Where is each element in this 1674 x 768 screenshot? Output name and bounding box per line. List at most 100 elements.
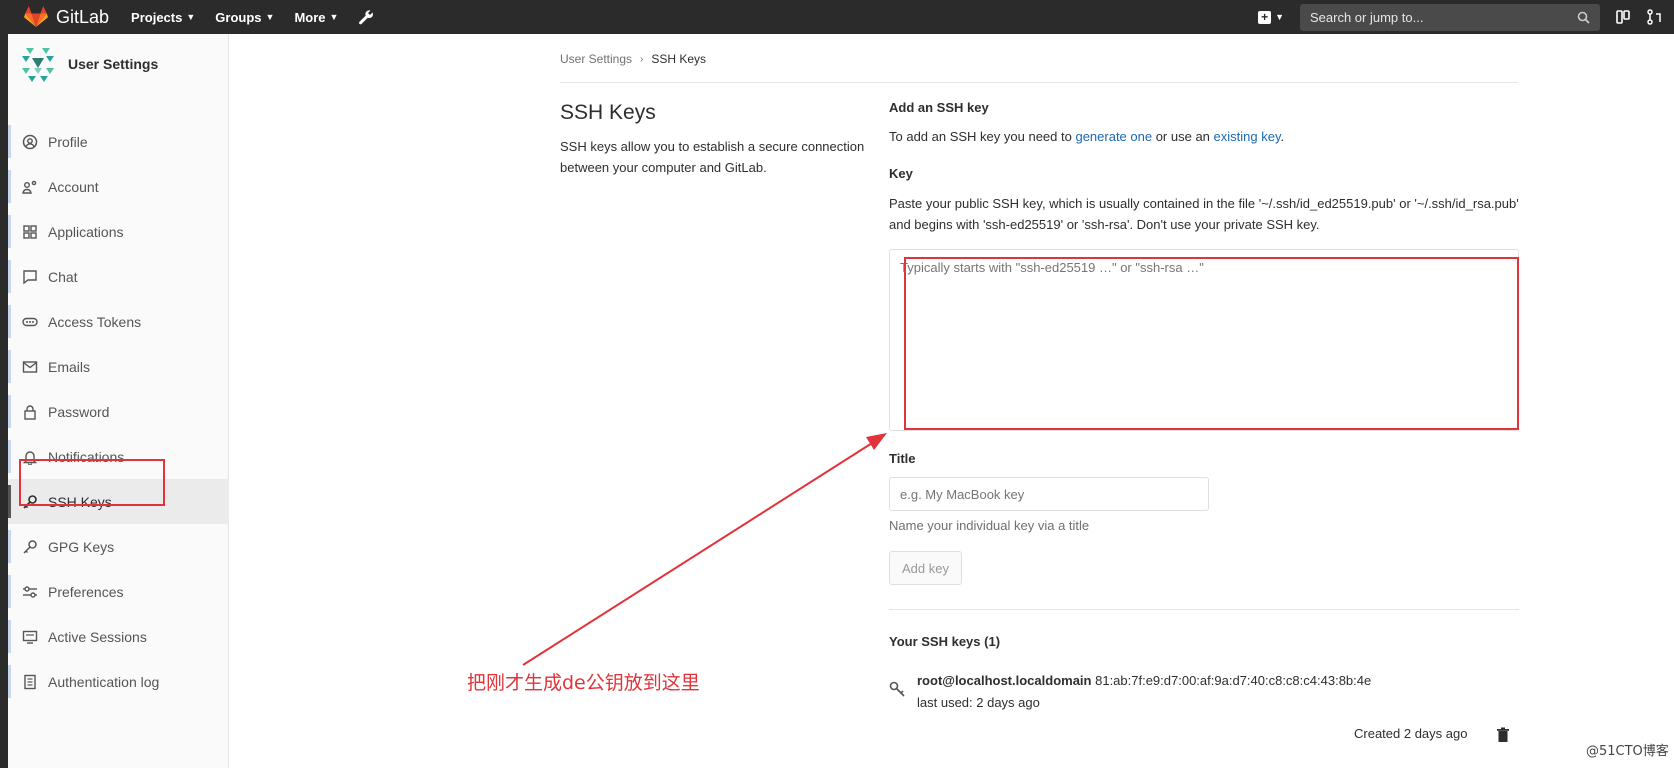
sidebar-nav: Profile Account Applications Chat Access… [8,119,229,704]
sidebar-item-password[interactable]: Password [8,389,229,434]
sidebar-item-applications[interactable]: Applications [8,209,229,254]
profile-icon [21,133,38,150]
title-help-text: Name your individual key via a title [889,518,1090,533]
watermark: @51CTO博客 [1586,744,1669,759]
sidebar-item-label: Password [48,403,110,420]
trash-icon[interactable] [1496,727,1510,743]
sidebar-item-marker [8,215,11,248]
sidebar-item-account[interactable]: Account [8,164,229,209]
title-label: Title [889,451,916,466]
title-input[interactable] [889,477,1209,511]
nav-more[interactable]: More ▼ [294,10,338,25]
brand-name: GitLab [56,6,110,27]
todo-icon[interactable] [1614,8,1632,26]
sidebar-item-preferences[interactable]: Preferences [8,569,229,614]
chevron-down-icon: ▼ [329,12,339,22]
ssh-key-title[interactable]: root@localhost.localdomain [917,673,1091,688]
ssh-keys-list-heading: Your SSH keys (1) [889,634,1001,649]
sidebar-item-marker [8,125,11,158]
sidebar-item-marker [8,665,11,698]
sidebar-item-marker [8,305,11,338]
annotation-box-key-field [904,257,1519,430]
chevron-down-icon: ▼ [1275,12,1284,22]
sidebar-item-label: Emails [48,358,91,375]
breadcrumb: User Settings › SSH Keys [560,52,706,66]
new-dropdown-button[interactable]: + ▼ [1258,10,1284,24]
sidebar-item-access-tokens[interactable]: Access Tokens [8,299,229,344]
emails-icon [21,358,38,375]
sidebar-item-marker [8,440,11,473]
plus-icon: + [1258,10,1272,24]
sidebar-item-label: Applications [48,223,124,240]
annotation-text: 把刚才生成de公钥放到这里 [467,672,700,694]
sidebar-item-label: GPG Keys [48,538,115,555]
gitlab-logo-icon [24,6,48,27]
generate-one-link[interactable]: generate one [1075,129,1152,144]
sidebar-item-profile[interactable]: Profile [8,119,229,164]
sidebar-title: User Settings [68,56,159,72]
wrench-icon[interactable] [358,9,374,25]
page-description: SSH keys allow you to establish a secure… [560,139,865,175]
nav-menu: Projects ▼ Groups ▼ More ▼ [131,9,374,25]
chevron-down-icon: ▼ [265,12,275,22]
brand[interactable]: GitLab [24,6,109,28]
sidebar-item-label: Authentication log [48,673,160,690]
nav-more-label: More [294,9,326,25]
sidebar-item-marker [8,485,11,518]
sidebar-edge [0,34,8,768]
sidebar-item-marker [8,620,11,653]
sidebar-item-label: Profile [48,133,88,150]
sidebar-item-marker [8,170,11,203]
add-key-button[interactable]: Add key [889,551,962,585]
divider [889,609,1519,610]
sidebar-item-marker [8,395,11,428]
existing-key-link[interactable]: existing key [1214,129,1281,144]
sidebar-item-gpg-keys[interactable]: GPG Keys [8,524,229,569]
preferences-icon [21,583,38,600]
sidebar-item-label: Chat [48,268,78,285]
sidebar-item-marker [8,530,11,563]
breadcrumb-user-settings[interactable]: User Settings [560,52,632,66]
nav-projects[interactable]: Projects ▼ [131,10,195,25]
chevron-right-icon: › [640,53,644,65]
sidebar-item-emails[interactable]: Emails [8,344,229,389]
chevron-down-icon: ▼ [186,12,196,22]
sidebar-item-authentication-log[interactable]: Authentication log [8,659,229,704]
add-key-heading: Add an SSH key [889,100,989,115]
ssh-key-row[interactable]: root@localhost.localdomain 81:ab:7f:e9:d… [917,673,1371,688]
search-icon [1577,11,1590,24]
sidebar-item-label: Preferences [48,583,124,600]
annotation-box-ssh-keys [19,459,165,506]
ssh-key-created: Created 2 days ago [1354,726,1468,741]
access-tokens-icon [21,313,38,330]
instructions-prefix: To add an SSH key you need to [889,129,1076,144]
divider [560,82,1518,83]
sidebar-item-label: Active Sessions [48,628,147,645]
instructions-middle: or use an [1152,129,1214,144]
merge-request-icon[interactable] [1646,8,1664,26]
sidebar-item-marker [8,575,11,608]
key-icon [889,681,905,697]
lock-icon [21,403,38,420]
ssh-key-fingerprint: 81:ab:7f:e9:d7:00:af:9a:d7:40:c8:c8:c4:4… [1095,673,1372,688]
sidebar-header[interactable]: User Settings [18,44,158,84]
account-icon [21,178,38,195]
ssh-key-last-used: last used: 2 days ago [917,695,1040,710]
nav-right: + ▼ Search or jump to... [1258,0,1674,34]
sidebar-item-chat[interactable]: Chat [8,254,229,299]
chat-icon [21,268,38,285]
nav-groups-label: Groups [215,9,262,25]
sidebar-item-active-sessions[interactable]: Active Sessions [8,614,229,659]
search-input[interactable]: Search or jump to... [1300,3,1600,31]
add-key-instructions: To add an SSH key you need to generate o… [889,129,1284,144]
user-avatar [18,44,58,84]
top-navbar: GitLab Projects ▼ Groups ▼ More ▼ + ▼ Searc… [0,0,1674,34]
breadcrumb-current[interactable]: SSH Keys [651,52,706,66]
search-placeholder: Search or jump to... [1310,9,1424,25]
key-icon [21,538,38,555]
sidebar-item-marker [8,350,11,383]
nav-projects-label: Projects [131,9,183,25]
instructions-suffix: . [1280,129,1285,144]
monitor-icon [21,628,38,645]
nav-groups[interactable]: Groups ▼ [215,10,274,25]
